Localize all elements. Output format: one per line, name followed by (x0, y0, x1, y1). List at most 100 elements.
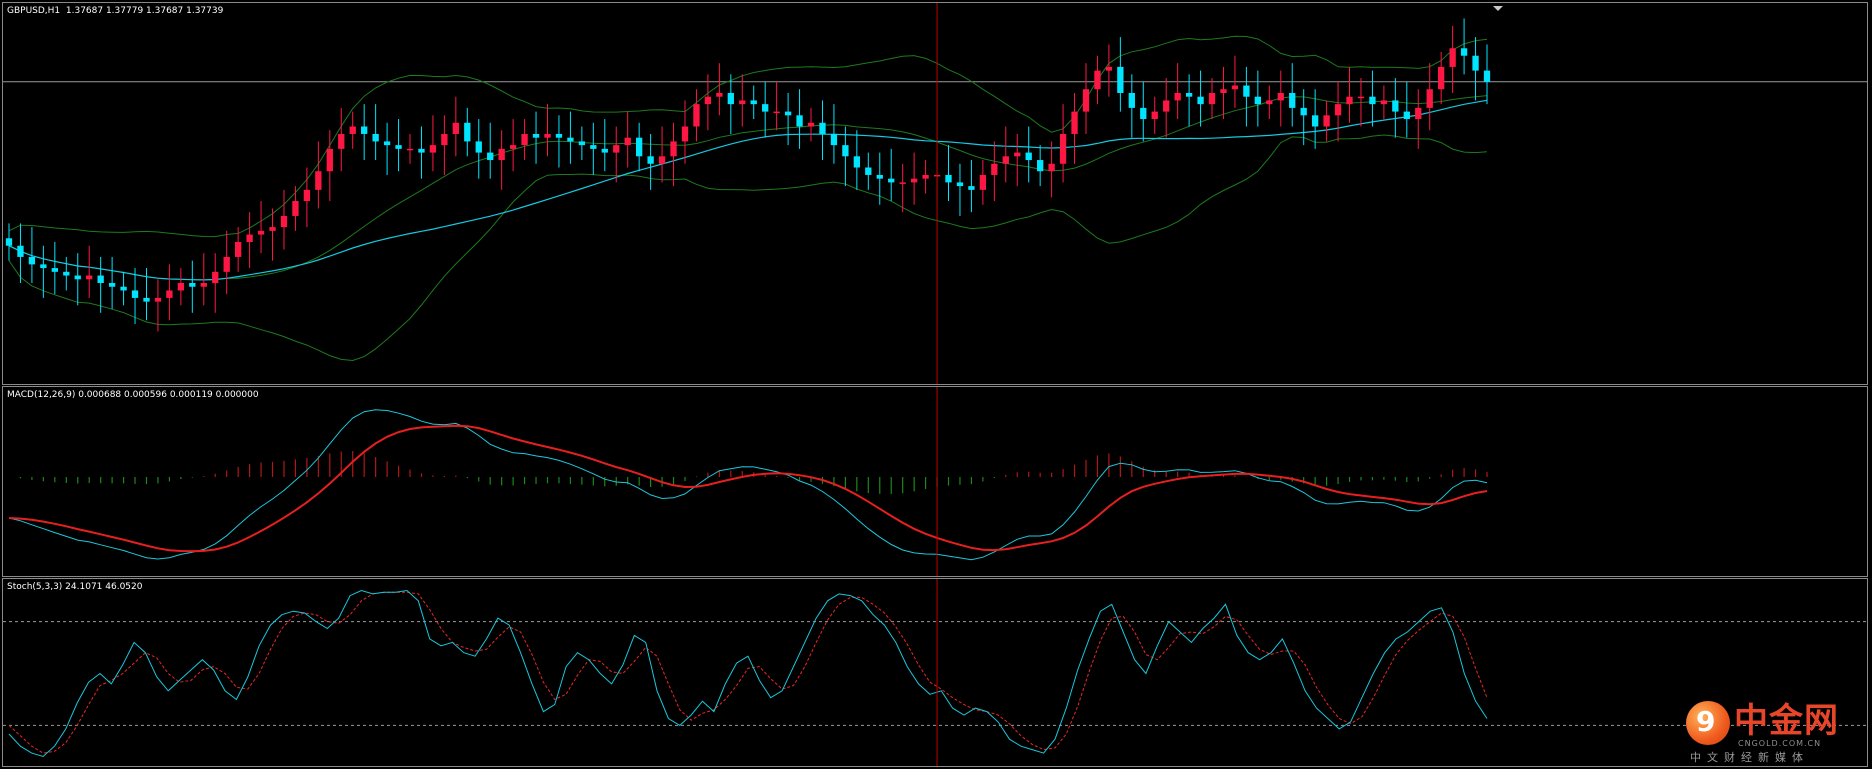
candle (899, 163, 906, 213)
candle-body (200, 282, 207, 287)
watermark-logo: 9 中金网 CNGOLD.COM.CN 中文财经新媒体 (1686, 701, 1864, 764)
candle (727, 74, 734, 134)
price-pane[interactable]: GBPUSD,H1 1.37687 1.37779 1.37687 1.3773… (2, 2, 1868, 385)
candle-body (189, 282, 196, 287)
stochastic-pane[interactable]: Stoch(5,3,3) 24.1071 46.0520 (2, 578, 1868, 767)
stochastic-label: Stoch(5,3,3) 24.1071 46.0520 (7, 582, 143, 592)
candle-body (544, 133, 551, 138)
candle-body (750, 100, 757, 105)
candle-body (670, 141, 677, 157)
candle-body (406, 148, 414, 151)
candle (464, 107, 471, 157)
candle (1082, 63, 1090, 134)
stochastic-chart[interactable] (3, 579, 1867, 766)
candle (51, 242, 58, 295)
candle-body (727, 92, 734, 105)
candle-body (567, 137, 574, 142)
candle (189, 260, 196, 313)
candle-body (1403, 111, 1410, 120)
candle-body (303, 189, 311, 202)
candle (5, 223, 13, 261)
candle (1117, 37, 1124, 112)
candle (1449, 25, 1456, 93)
candle (647, 133, 654, 190)
candle-body (372, 133, 379, 142)
candle (1128, 74, 1135, 138)
candle-body (1105, 66, 1113, 71)
candle-body (177, 282, 185, 291)
candle (922, 160, 929, 194)
price-chart[interactable] (3, 3, 1867, 384)
candle-body (269, 227, 276, 231)
candle-body (555, 133, 563, 138)
candle (1415, 89, 1422, 149)
macd-pane[interactable]: MACD(12,26,9) 0.000688 0.000596 0.000119… (2, 386, 1868, 577)
bollinger-middle-line (8, 95, 1488, 281)
candle (1460, 18, 1468, 75)
candle-body (63, 271, 70, 276)
candle-body (842, 145, 849, 157)
candle (487, 122, 494, 179)
candle (1346, 66, 1353, 123)
macd-chart[interactable] (3, 387, 1867, 576)
candle (166, 264, 173, 321)
candle-body (361, 126, 368, 134)
candle (636, 122, 643, 172)
candle-body (1380, 100, 1388, 105)
candle-body (647, 156, 654, 164)
candle-body (1311, 115, 1319, 127)
candle (1334, 81, 1342, 142)
candle-body (1392, 100, 1399, 112)
candle-body (1071, 111, 1078, 134)
candle-body (1231, 85, 1239, 90)
candle (131, 268, 139, 324)
candle (1243, 66, 1250, 127)
candle-body (28, 256, 36, 265)
candle (1208, 78, 1216, 120)
logo-title: 中金网 (1734, 701, 1839, 741)
candle (956, 163, 964, 216)
candle-body (613, 145, 620, 153)
shift-marker-icon (1493, 6, 1503, 11)
candle-body (796, 115, 803, 127)
candle-body (704, 96, 712, 105)
candle-body (1472, 55, 1479, 71)
candle-body (1277, 92, 1284, 101)
candle (624, 111, 631, 168)
stoch-main-line (8, 589, 1488, 758)
candle (888, 148, 895, 202)
candle-body (234, 242, 242, 257)
candle-body (601, 148, 608, 153)
candle (773, 81, 780, 131)
candle-body (452, 122, 459, 134)
candle (372, 104, 379, 161)
candle-body (773, 111, 780, 114)
candle (590, 122, 597, 175)
candle (97, 256, 104, 313)
candle-body (1094, 70, 1101, 90)
candle-body (1140, 107, 1147, 120)
candle (475, 119, 482, 179)
candle-body (922, 174, 929, 179)
candle (532, 111, 540, 164)
logo-subtitle: CNGOLD.COM.CN (1738, 739, 1822, 748)
bollinger-lower-line (8, 134, 1488, 362)
candle-body (1449, 48, 1456, 67)
candle-body (487, 152, 494, 161)
candle (1048, 141, 1055, 198)
stoch-signal-line (8, 591, 1488, 754)
candle-body (1220, 89, 1227, 93)
candle-body (246, 234, 253, 243)
candle-body (681, 126, 689, 142)
candle (269, 208, 276, 261)
candle-body (956, 182, 964, 187)
candle (452, 96, 459, 157)
candle (1438, 51, 1445, 105)
candle-body (498, 148, 505, 161)
candle-body (1357, 96, 1365, 99)
candle (544, 104, 551, 157)
candle-body (1243, 85, 1250, 97)
candle-body (1300, 107, 1307, 116)
candle (704, 74, 712, 131)
candle (108, 256, 116, 310)
